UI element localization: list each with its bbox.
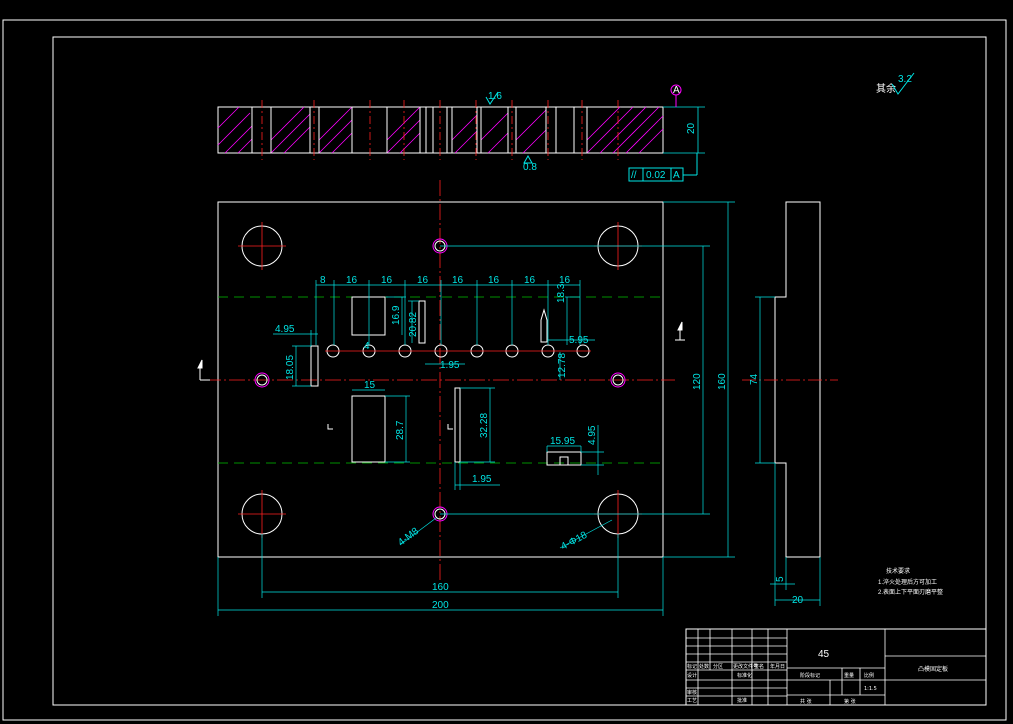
tb-stage-label: 阶段标记 [800, 672, 820, 679]
dim-4-95-right: 4.95 [587, 425, 598, 445]
tech-notes-title: 技术要求 [886, 567, 910, 575]
tb-header-zone: 分区 [713, 663, 723, 670]
spacing-label-2: 16 [381, 275, 393, 286]
tb-sheet: 第 张 [844, 698, 856, 705]
dim-15-95: 15.95 [550, 436, 575, 447]
dim-12-78: 12.78 [557, 353, 568, 378]
tb-design: 设计 [687, 672, 697, 679]
spacing-label-1: 16 [346, 275, 358, 286]
tb-header-date: 年月日 [770, 663, 785, 670]
dim-32-28: 32.28 [479, 413, 490, 438]
cad-drawing-canvas: 20 A 1.6 0.8 // 0.02 A 其余 3.2 8 16 16 16… [2, 19, 1007, 721]
tb-standard: 标准化 [737, 672, 752, 679]
plan-view [197, 180, 735, 616]
tb-review: 审核 [687, 689, 697, 696]
thickness-dimension [663, 106, 705, 154]
remainder-roughness-value: 3.2 [898, 74, 912, 85]
section-outline [217, 106, 664, 154]
tolerance-value: 0.02 [646, 170, 666, 181]
tb-weight-label: 重量 [844, 672, 854, 679]
plan-dimension-lines [217, 201, 735, 616]
tolerance-symbol: // [631, 170, 637, 181]
dim-160-vertical: 160 [717, 373, 728, 390]
dim-16-9: 16.9 [391, 305, 402, 325]
dim-1-95-mid: 1.95 [440, 360, 460, 371]
section-cut-lines [251, 107, 588, 153]
dim-120: 120 [692, 373, 703, 390]
side-dimension-lines [755, 296, 821, 606]
title-block: 标记 处数 分区 更改文件号 签名 年月日 设计 标准化 审核 工艺 批准 45… [685, 628, 987, 706]
inner-border [52, 36, 987, 706]
spacing-label-0: 8 [320, 275, 326, 286]
spacing-label-6: 16 [524, 275, 536, 286]
tech-note-2: 2.表面上下平面刃磨平整 [878, 588, 943, 596]
dim-200: 200 [432, 600, 449, 611]
spacing-label-5: 16 [488, 275, 500, 286]
side-outline [774, 201, 821, 558]
tech-note-1: 1.淬火处理后方可加工 [878, 578, 937, 586]
tech-notes: 技术要求 1.淬火处理后方可加工 2.表面上下平面刃磨平整 [878, 567, 943, 596]
spacing-label-3: 16 [417, 275, 429, 286]
outer-border [2, 19, 1007, 721]
tb-header-sign: 签名 [754, 663, 764, 670]
section-markers [197, 321, 685, 430]
dim-4: 4 [364, 341, 370, 352]
dim-1-95-bottom: 1.95 [472, 474, 492, 485]
tb-header-count: 处数 [699, 663, 709, 670]
dim-18-3: 18.3 [556, 283, 567, 303]
tb-scale-value: 1:1.5 [864, 686, 877, 692]
side-height-label: 74 [749, 373, 760, 385]
tb-part-name: 凸模固定板 [918, 665, 948, 673]
spacing-label-4: 16 [452, 275, 464, 286]
side-offset-label: 5 [775, 576, 786, 582]
section-view: 20 A 1.6 0.8 // 0.02 A [217, 84, 705, 182]
side-view: 74 5 20 [742, 201, 838, 606]
tolerance-datum: A [673, 170, 680, 181]
tb-header-mark: 标记 [687, 663, 697, 670]
dim-4-95-left: 4.95 [275, 324, 295, 335]
remainder-roughness-label: 其余 [876, 82, 896, 95]
callout-4-m8: 4-M8 [396, 526, 421, 549]
tb-sheets: 共 张 [800, 698, 812, 705]
dim-20-82: 20.82 [408, 312, 419, 337]
dim-28-7: 28.7 [395, 420, 406, 440]
dim-5-95: 5.95 [569, 335, 589, 346]
plan-centerlines [205, 180, 675, 580]
thickness-label: 20 [686, 122, 697, 134]
tb-approve: 批准 [737, 697, 747, 704]
section-centerlines [261, 100, 619, 160]
callout-4-d18: 4-Φ18 [559, 530, 589, 553]
roughness-label-top: 1.6 [488, 91, 502, 102]
dim-15: 15 [364, 380, 376, 391]
side-width-label: 20 [792, 595, 804, 606]
dim-18-05: 18.05 [285, 355, 296, 380]
section-hatching [217, 106, 664, 154]
rect-punches [310, 296, 582, 466]
dim-160-horizontal: 160 [432, 582, 449, 593]
plan-dimension-texts: 8 16 16 16 16 16 16 16 4.95 18.05 4 16.9… [275, 275, 728, 611]
tb-scale-label: 比例 [864, 672, 874, 679]
tb-process: 工艺 [687, 698, 697, 704]
tb-material: 45 [818, 649, 830, 660]
datum-label: A [673, 85, 680, 96]
roughness-label-bottom: 0.8 [523, 162, 537, 173]
